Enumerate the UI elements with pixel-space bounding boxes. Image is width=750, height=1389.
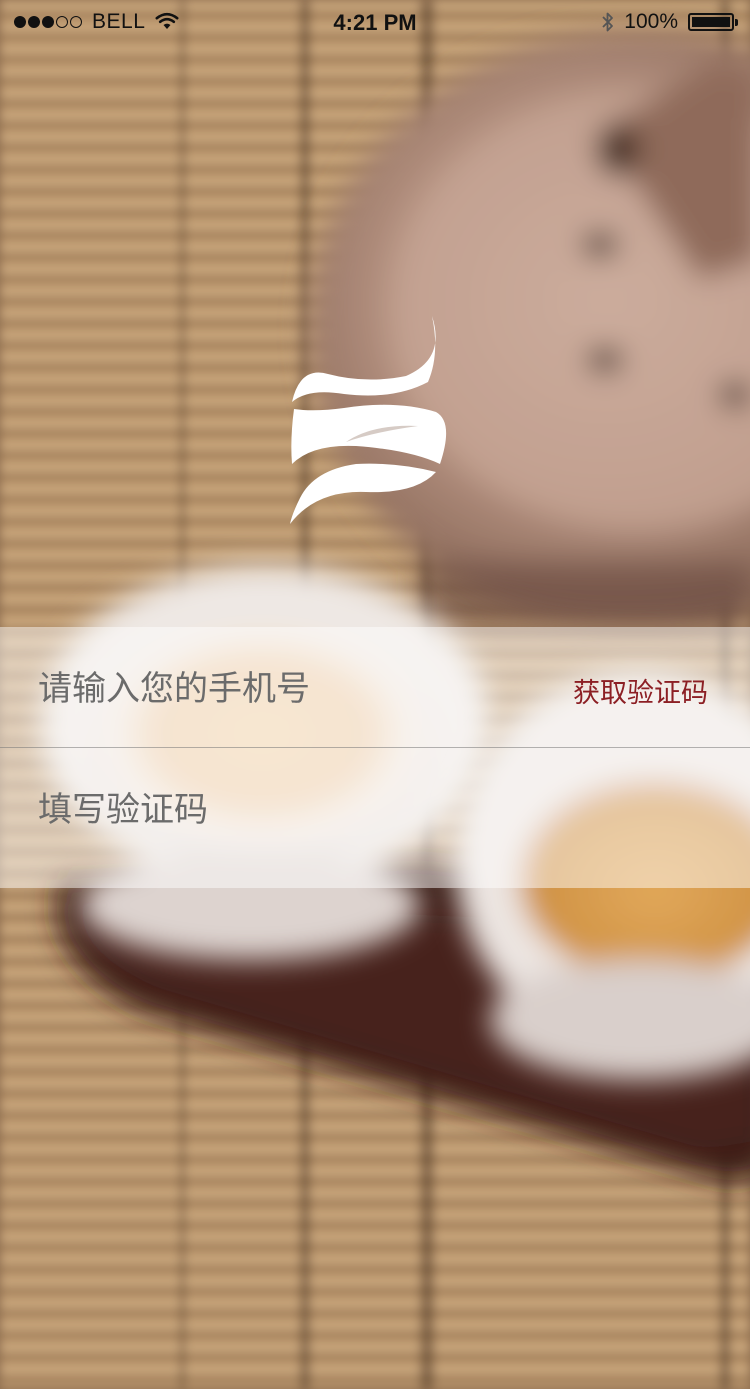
tea-leaf-logo-icon (290, 316, 447, 524)
battery-percentage: 100% (624, 10, 678, 33)
status-right: 100% (602, 10, 738, 34)
code-row (0, 748, 750, 868)
get-verification-code-button[interactable]: 获取验证码 (573, 671, 708, 710)
phone-row: 获取验证码 (0, 627, 750, 747)
status-bar: BELL 4:21 PM 100% (0, 0, 750, 46)
login-form-panel: 获取验证码 (0, 627, 750, 888)
battery-level (692, 17, 730, 27)
battery-icon (688, 13, 738, 31)
bluetooth-icon (602, 12, 614, 32)
phone-number-input[interactable] (36, 661, 520, 717)
verification-code-input[interactable] (36, 782, 700, 838)
